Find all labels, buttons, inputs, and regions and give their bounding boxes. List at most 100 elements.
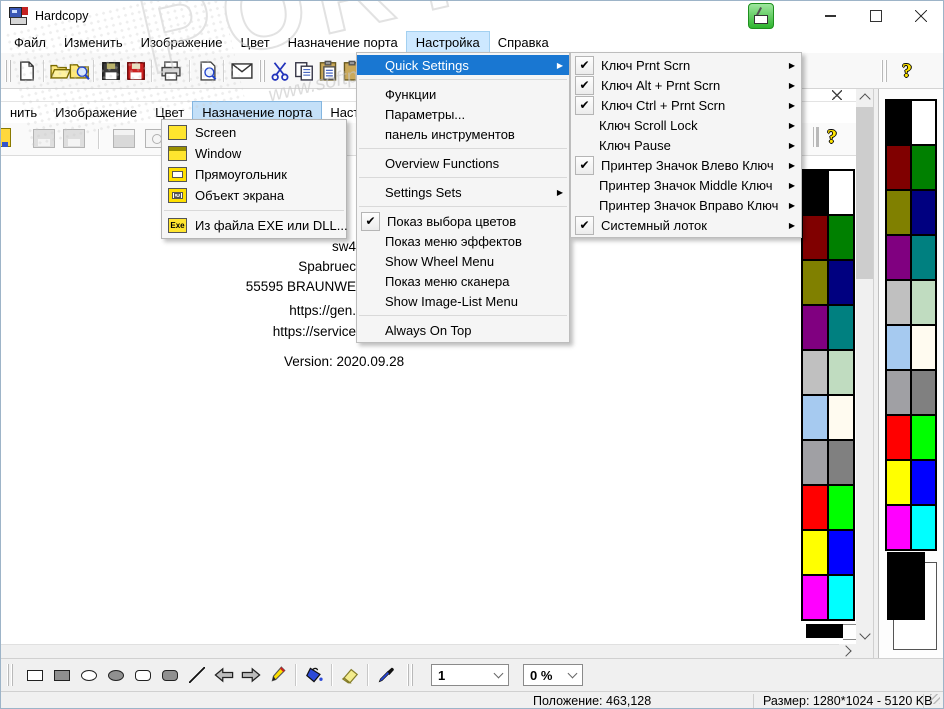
tool-rounded-rectangle[interactable]: [129, 663, 156, 687]
tool-fill[interactable]: [300, 663, 327, 687]
color-swatch[interactable]: [803, 531, 827, 574]
paste-button[interactable]: [315, 58, 341, 84]
color-swatch[interactable]: [887, 416, 910, 459]
color-swatch[interactable]: [887, 191, 910, 234]
print-preview-button[interactable]: [195, 58, 221, 84]
vertical-scrollbar-thumb[interactable]: [856, 107, 873, 279]
save-button[interactable]: [98, 58, 124, 84]
zoom-select[interactable]: 0 %: [523, 664, 583, 686]
color-swatch[interactable]: [887, 506, 910, 549]
menu-item[interactable]: ✔ Ключ Ctrl + Prnt Scrn ▶: [571, 95, 801, 115]
tool-arrow-right[interactable]: [237, 663, 264, 687]
menu-item[interactable]: ✔ Показ выбора цветов: [357, 211, 569, 231]
color-swatch[interactable]: [829, 486, 853, 529]
menu-item[interactable]: панель инструментов: [357, 124, 569, 144]
cut-button[interactable]: [267, 58, 293, 84]
menu-item[interactable]: Window: [162, 143, 346, 164]
menubar-item[interactable]: Справка: [489, 32, 558, 53]
copy-button[interactable]: [291, 58, 317, 84]
color-swatch[interactable]: [829, 306, 853, 349]
menu-item[interactable]: Show Image-List Menu: [357, 291, 569, 311]
tool-line[interactable]: [183, 663, 210, 687]
line-width-select[interactable]: 1: [431, 664, 509, 686]
mail-button[interactable]: [229, 58, 255, 84]
menu-item[interactable]: ✔ Ключ Prnt Scrn ▶: [571, 55, 801, 75]
tool-eraser[interactable]: [336, 663, 363, 687]
color-swatch[interactable]: [912, 281, 935, 324]
color-swatch[interactable]: [803, 396, 827, 439]
menu-item[interactable]: Screen: [162, 122, 346, 143]
menu-item[interactable]: ✔ Ключ Alt + Prnt Scrn ▶: [571, 75, 801, 95]
tool-rectangle[interactable]: [21, 663, 48, 687]
color-swatch[interactable]: [912, 506, 935, 549]
color-swatch[interactable]: [912, 146, 935, 189]
menu-item[interactable]: ✔ Принтер Значок Влево Ключ ▶: [571, 155, 801, 175]
menu-item[interactable]: Принтер Значок Вправо Ключ ▶: [571, 195, 801, 215]
color-swatch[interactable]: [887, 326, 910, 369]
menu-item[interactable]: Показ меню эффектов: [357, 231, 569, 251]
menu-item[interactable]: Ключ Scroll Lock ▶: [571, 115, 801, 135]
resize-grip[interactable]: [930, 694, 940, 704]
tool-color-picker[interactable]: [372, 663, 399, 687]
print-button[interactable]: [158, 58, 184, 84]
minimize-button[interactable]: [808, 1, 853, 31]
color-swatch[interactable]: [912, 236, 935, 279]
menubar-item[interactable]: Изменить: [55, 32, 132, 53]
color-swatch[interactable]: [803, 441, 827, 484]
menu-item[interactable]: Overview Functions: [357, 153, 569, 173]
scroll-right-button[interactable]: [839, 644, 856, 658]
color-swatch[interactable]: [829, 216, 853, 259]
menu-item[interactable]: ✔ Системный лоток ▶: [571, 215, 801, 235]
close-button[interactable]: [898, 1, 943, 31]
color-swatch[interactable]: [887, 281, 910, 324]
color-swatch[interactable]: [803, 306, 827, 349]
color-swatch[interactable]: [829, 531, 853, 574]
menubar-item[interactable]: нить: [1, 102, 46, 123]
scroll-down-button[interactable]: [856, 627, 873, 644]
color-swatch[interactable]: [912, 461, 935, 504]
menubar-item[interactable]: Назначение порта: [279, 32, 407, 53]
color-swatch[interactable]: [887, 461, 910, 504]
vertical-scrollbar[interactable]: [856, 89, 873, 644]
color-swatch[interactable]: [887, 371, 910, 414]
menu-item[interactable]: Ключ Pause ▶: [571, 135, 801, 155]
menu-item[interactable]: Show Wheel Menu: [357, 251, 569, 271]
color-swatch[interactable]: [803, 576, 827, 619]
menubar-item[interactable]: Изображение: [46, 102, 146, 123]
tool-filled-rounded-rectangle[interactable]: [156, 663, 183, 687]
tool-filled-ellipse[interactable]: [102, 663, 129, 687]
horizontal-scrollbar[interactable]: [1, 644, 856, 658]
color-swatch[interactable]: [887, 236, 910, 279]
color-swatch[interactable]: [829, 351, 853, 394]
color-swatch[interactable]: [887, 146, 910, 189]
menu-item[interactable]: Прямоугольник: [162, 164, 346, 185]
menubar-item[interactable]: Настройка: [405, 30, 490, 54]
tool-filled-rectangle[interactable]: [48, 663, 75, 687]
color-swatch[interactable]: [803, 216, 827, 259]
color-swatch[interactable]: [803, 351, 827, 394]
color-swatch[interactable]: [829, 261, 853, 304]
color-swatch[interactable]: [912, 101, 935, 144]
tool-arrow-left[interactable]: [210, 663, 237, 687]
menu-item[interactable]: Функции: [357, 84, 569, 104]
tool-ellipse[interactable]: [75, 663, 102, 687]
menu-item[interactable]: Settings Sets ▶: [357, 182, 569, 202]
menu-item[interactable]: Exe Из файла EXE или DLL...: [162, 215, 348, 236]
color-swatch[interactable]: [887, 101, 910, 144]
color-swatch[interactable]: [803, 171, 827, 214]
color-swatch[interactable]: [803, 486, 827, 529]
menu-item[interactable]: Объект экрана: [162, 185, 346, 206]
menu-item[interactable]: Принтер Значок Middle Ключ ▶: [571, 175, 801, 195]
save-as-button[interactable]: [123, 58, 149, 84]
color-swatch[interactable]: [829, 171, 853, 214]
color-swatch[interactable]: [912, 191, 935, 234]
menubar-item[interactable]: Файл: [5, 32, 55, 53]
maximize-button[interactable]: [853, 1, 898, 31]
menu-item[interactable]: Показ меню сканера: [357, 271, 569, 291]
menu-item[interactable]: Параметры...: [357, 104, 569, 124]
color-swatch[interactable]: [912, 416, 935, 459]
help-button[interactable]: ?: [894, 58, 920, 84]
menubar-item[interactable]: Цвет: [232, 32, 279, 53]
color-swatch[interactable]: [912, 326, 935, 369]
color-swatch[interactable]: [912, 371, 935, 414]
